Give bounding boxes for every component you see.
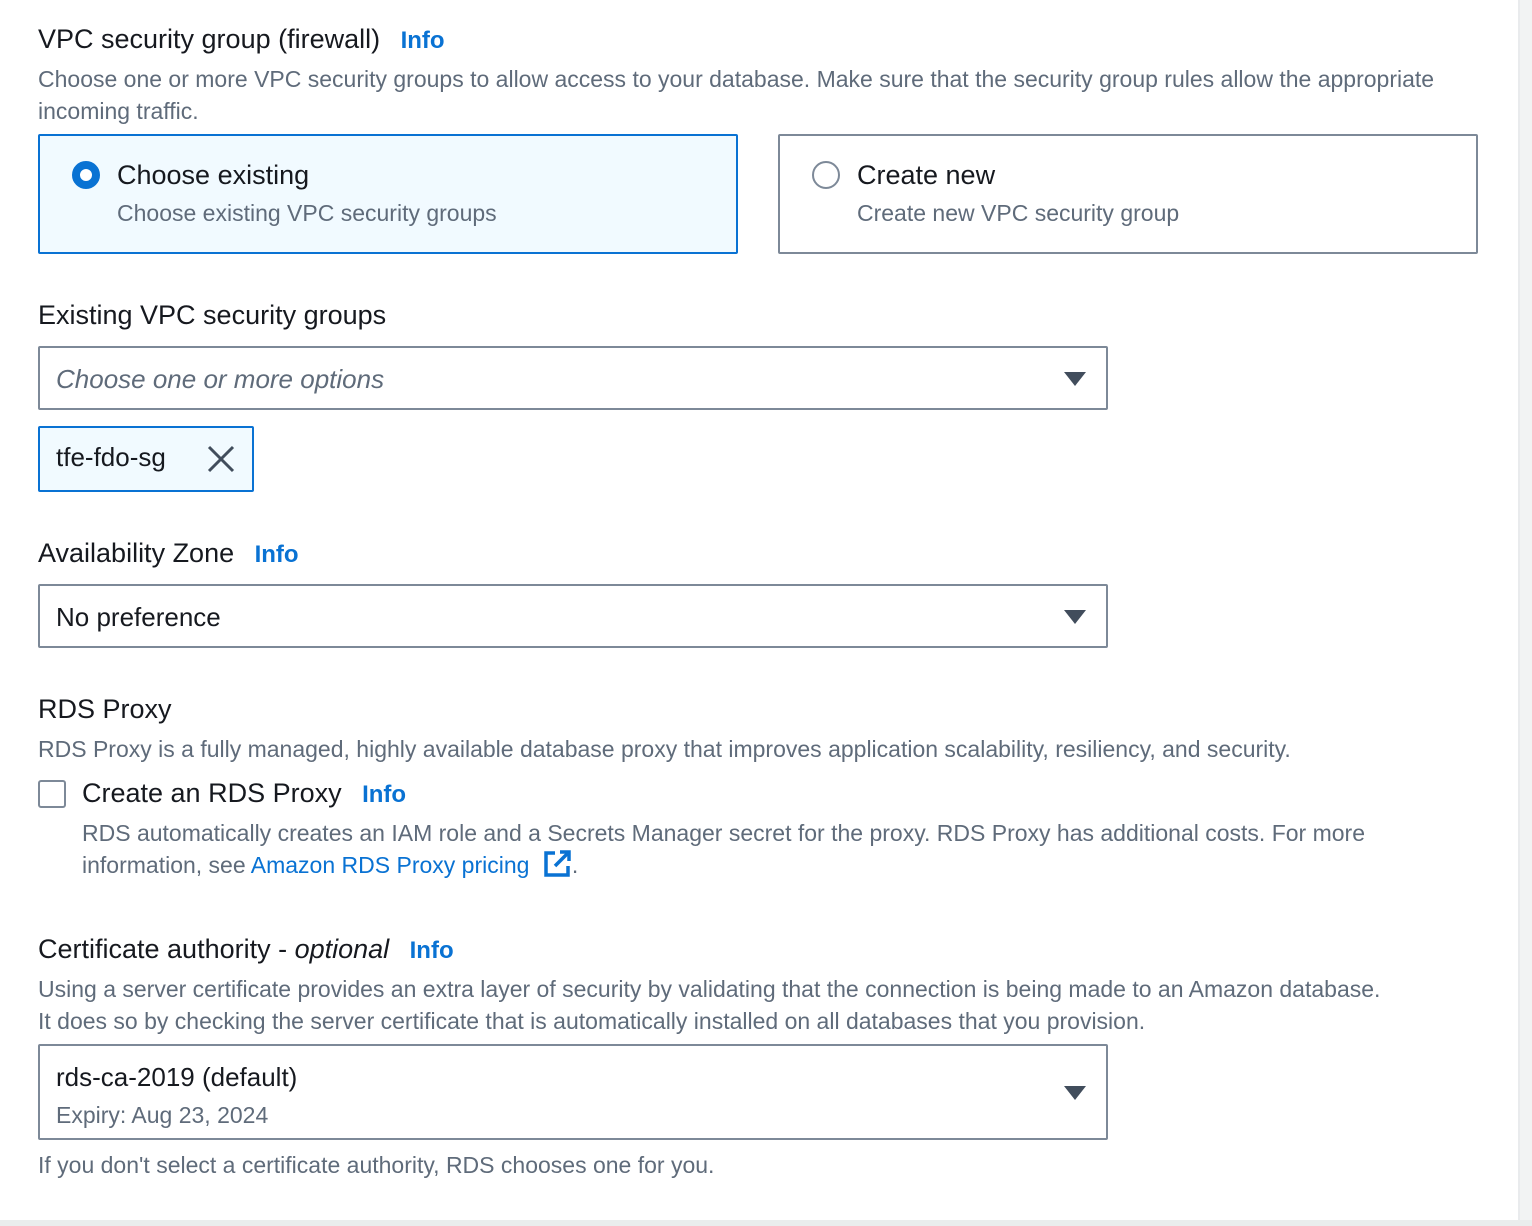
radio-selected-icon[interactable] — [72, 161, 100, 189]
rds-proxy-checkbox-label[interactable]: Create an RDS Proxy — [82, 778, 342, 808]
rds-proxy-note-line2: information, see Amazon RDS Proxy pricin… — [82, 849, 578, 881]
bottom-divider — [0, 1220, 1532, 1226]
security-group-title: VPC security group (firewall) — [38, 24, 381, 54]
certificate-value: rds-ca-2019 (default) — [56, 1062, 298, 1092]
radio-unselected-icon[interactable] — [812, 161, 840, 189]
caret-down-icon — [1064, 1086, 1086, 1100]
rds-proxy-description: RDS Proxy is a fully managed, highly ava… — [38, 736, 1291, 762]
availability-zone-label: Availability Zone — [38, 538, 235, 568]
create-new-description: Create new VPC security group — [857, 200, 1180, 226]
certificate-description-line2: It does so by checking the server certif… — [38, 1008, 1146, 1034]
choose-existing-tile[interactable]: Choose existing Choose existing VPC secu… — [38, 134, 738, 254]
scrollbar-track[interactable] — [1518, 0, 1532, 1226]
certificate-label: Certificate authority - — [38, 934, 295, 964]
certificate-info-link[interactable]: Info — [410, 937, 454, 964]
rds-proxy-pricing-link[interactable]: Amazon RDS Proxy pricing — [251, 852, 530, 878]
rds-proxy-note-line1: RDS automatically creates an IAM role an… — [82, 820, 1366, 846]
certificate-optional: optional — [294, 934, 390, 964]
caret-down-icon — [1064, 610, 1086, 624]
rds-proxy-info-link[interactable]: Info — [362, 781, 406, 808]
create-new-tile[interactable]: Create new Create new VPC security group — [778, 134, 1478, 254]
rds-proxy-title: RDS Proxy — [38, 694, 172, 724]
certificate-select[interactable]: rds-ca-2019 (default) Expiry: Aug 23, 20… — [38, 1044, 1108, 1140]
existing-groups-select[interactable]: Choose one or more options — [38, 346, 1108, 410]
certificate-header: Certificate authority - optional Info — [38, 934, 454, 965]
security-group-token: tfe-fdo-sg — [38, 426, 254, 492]
certificate-description-line1: Using a server certificate provides an e… — [38, 976, 1381, 1002]
checkbox-icon[interactable] — [38, 780, 66, 808]
certificate-hint: If you don't select a certificate author… — [38, 1152, 715, 1178]
close-icon[interactable] — [206, 444, 236, 474]
rds-proxy-checkbox-row: Create an RDS Proxy Info — [82, 778, 406, 809]
rds-proxy-note-suffix: . — [571, 852, 579, 878]
create-new-title: Create new — [857, 160, 996, 190]
availability-zone-info-link[interactable]: Info — [255, 541, 299, 568]
security-group-header: VPC security group (firewall) Info — [38, 24, 445, 55]
availability-zone-value: No preference — [56, 602, 221, 632]
existing-groups-placeholder: Choose one or more options — [56, 364, 385, 394]
certificate-expiry: Expiry: Aug 23, 2024 — [56, 1102, 269, 1128]
availability-zone-select[interactable]: No preference — [38, 584, 1108, 648]
choose-existing-description: Choose existing VPC security groups — [117, 200, 497, 226]
caret-down-icon — [1064, 372, 1086, 386]
availability-zone-header: Availability Zone Info — [38, 538, 299, 569]
external-link-icon[interactable] — [542, 849, 572, 879]
token-label: tfe-fdo-sg — [56, 442, 166, 472]
rds-proxy-note-prefix: information, see — [82, 852, 251, 878]
choose-existing-title: Choose existing — [117, 160, 310, 190]
existing-groups-label: Existing VPC security groups — [38, 300, 387, 330]
security-group-info-link[interactable]: Info — [401, 27, 445, 54]
security-group-description: Choose one or more VPC security groups t… — [38, 66, 1435, 124]
